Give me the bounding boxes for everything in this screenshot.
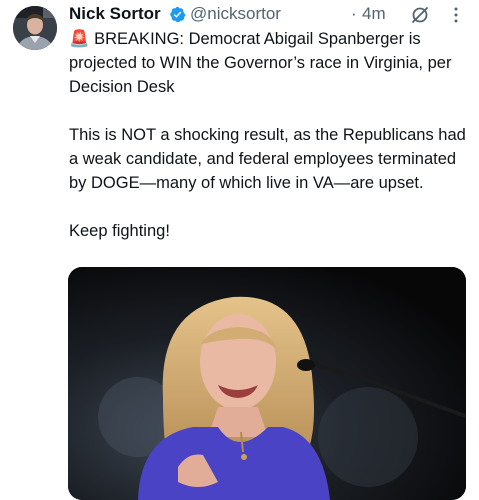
speaker-photo bbox=[68, 267, 466, 500]
avatar-image bbox=[13, 6, 57, 50]
tweet-media-photo[interactable] bbox=[68, 267, 466, 500]
separator-dot: · bbox=[351, 4, 357, 23]
author-name[interactable]: Nick Sortor bbox=[69, 4, 161, 24]
timestamp[interactable]: 4m bbox=[362, 4, 386, 24]
avatar[interactable] bbox=[13, 6, 57, 50]
tweet-paragraph-commentary: This is NOT a shocking result, as the Re… bbox=[69, 126, 466, 192]
author-handle[interactable]: @nicksortor bbox=[190, 4, 281, 24]
tweet-paragraph-closing: Keep fighting! bbox=[69, 222, 170, 240]
verified-badge-icon bbox=[170, 6, 186, 23]
grok-icon[interactable] bbox=[410, 5, 430, 25]
more-options-icon[interactable] bbox=[453, 5, 459, 25]
tweet-paragraph-breaking: 🚨 BREAKING: Democrat Abigail Spanberger … bbox=[69, 30, 452, 96]
tweet[interactable]: Nick Sortor @nicksortor · 4m 🚨 BREAKING:… bbox=[0, 0, 479, 500]
tweet-text: 🚨 BREAKING: Democrat Abigail Spanberger … bbox=[69, 27, 469, 243]
tweet-header: Nick Sortor @nicksortor · 4m bbox=[69, 3, 469, 25]
